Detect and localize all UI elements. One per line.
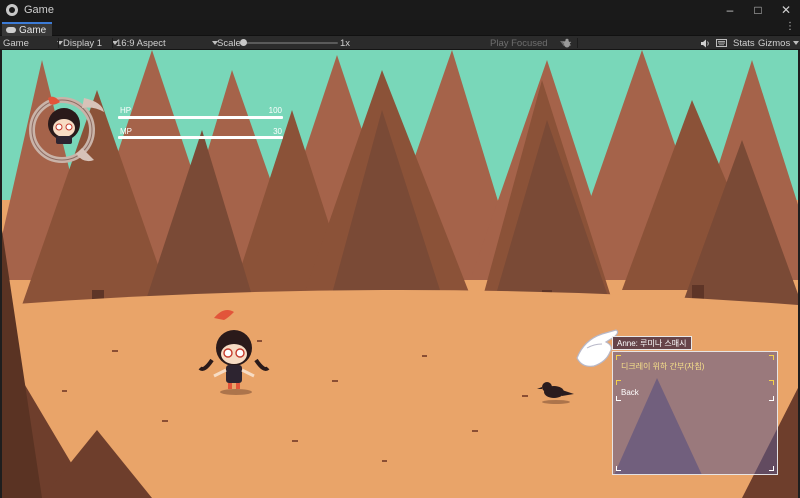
corner-marker [616,466,621,471]
mode-label: Game [3,37,29,49]
display-label: Display 1 [63,37,103,49]
dialog-panel: 디크레이 위하 간부(자침) Back [612,351,778,475]
corner-marker [769,466,774,471]
maximize-button[interactable]: □ [744,0,772,20]
speech-bubble: Anne: 루미나 스매시 [612,336,692,350]
dialog-back-button[interactable]: Back [621,388,639,397]
scale-label: Scale [217,37,241,49]
gizmos-dropdown[interactable]: Gizmos [758,36,800,50]
scale-value: 1x [340,37,351,49]
corner-marker [616,355,621,360]
gamepad-icon [6,27,16,33]
corner-marker [769,396,774,401]
window-controls: – □ ✕ [716,0,800,20]
scale-slider[interactable] [242,42,338,44]
dialog-option-title[interactable]: 디크레이 위하 간부(자침) [621,361,704,372]
close-button[interactable]: ✕ [772,0,800,20]
title-bar: Game – □ ✕ [0,0,800,20]
hp-bar [118,116,283,119]
tab-label: Game [19,24,47,36]
mp-bar [118,136,283,139]
game-viewport[interactable]: HP 100 MP 30 Anne: 루미나 스매시 디크레이 위하 간부(자침… [2,50,798,498]
corner-marker [769,355,774,360]
aspect-label: 16:9 Aspect [116,37,166,49]
gizmos-label: Gizmos [758,37,791,49]
mp-label: MP [120,127,132,136]
play-mode-label: Play Focused [490,37,548,49]
keyboard-icon[interactable] [716,36,727,50]
tab-strip: Game ⋮ [0,20,800,36]
speaker-icon[interactable] [700,36,710,50]
minimize-button[interactable]: – [716,0,744,20]
kebab-menu-icon[interactable]: ⋮ [785,21,795,32]
scale-slider-handle[interactable] [240,39,247,46]
tab-game[interactable]: Game [2,22,53,36]
divider [577,38,578,48]
bug-icon[interactable] [562,36,572,50]
player-portrait [29,96,104,163]
divider [112,38,113,48]
mode-dropdown[interactable]: Game [3,36,63,50]
corner-marker [769,380,774,385]
hp-label: HP [120,106,132,115]
game-toolbar: Game Display 1 16:9 Aspect Scale 1x Play… [0,36,800,50]
display-dropdown[interactable]: Display 1 [63,36,119,50]
chevron-down-icon [793,41,800,45]
corner-marker [616,380,621,385]
unity-icon [6,4,18,16]
stats-button[interactable]: Stats [733,36,755,50]
mp-value: 30 [273,127,282,136]
play-mode-dropdown[interactable]: Play Focused [490,36,566,50]
divider [58,38,59,48]
window-title: Game [24,4,54,16]
hp-value: 100 [268,106,282,115]
aspect-dropdown[interactable]: 16:9 Aspect [116,36,218,50]
